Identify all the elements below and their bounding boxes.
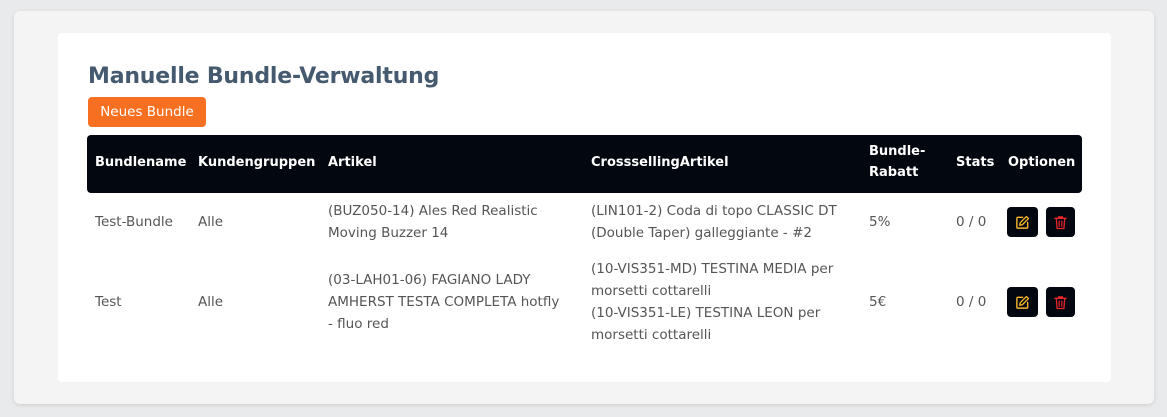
row-crossselling-line: (10-VIS351-LE) TESTINA LEON per — [591, 305, 821, 321]
row-kundengruppen: Alle — [198, 214, 224, 230]
edit-icon — [1016, 215, 1030, 229]
row-crossselling-line: (Double Taper) galleggiante - #2 — [591, 225, 812, 241]
row-crossselling-line: (10-VIS351-MD) TESTINA MEDIA per — [591, 261, 834, 277]
header-optionen: Optionen — [1008, 155, 1076, 170]
edit-icon — [1016, 295, 1030, 309]
header-artikel: Artikel — [328, 155, 377, 170]
row-stats: 0 / 0 — [956, 294, 987, 310]
delete-button[interactable] — [1046, 287, 1075, 317]
new-bundle-button[interactable]: Neues Bundle — [88, 97, 206, 127]
delete-button[interactable] — [1046, 207, 1075, 237]
edit-button[interactable] — [1007, 207, 1038, 237]
header-rabatt-line1: Bundle- — [869, 144, 926, 159]
row-artikel-line: AMHERST TESTA COMPLETA hotfly — [328, 294, 560, 310]
row-crossselling-line: morsetti cottarelli — [591, 327, 712, 343]
header-rabatt-line2: Rabatt — [869, 165, 919, 180]
header-bundlename: Bundlename — [95, 155, 187, 170]
row-bundlename: Test-Bundle — [95, 214, 173, 230]
trash-icon — [1054, 215, 1067, 229]
row-stats: 0 / 0 — [956, 214, 987, 230]
row-rabatt: 5% — [869, 214, 891, 230]
edit-button[interactable] — [1007, 287, 1038, 317]
row-crossselling-line: morsetti cottarelli — [591, 283, 712, 299]
row-crossselling-line: (LIN101-2) Coda di topo CLASSIC DT — [591, 203, 837, 219]
header-stats: Stats — [956, 155, 995, 170]
row-kundengruppen: Alle — [198, 294, 224, 310]
row-bundlename: Test — [95, 294, 122, 310]
page-title: Manuelle Bundle-Verwaltung — [88, 64, 440, 89]
row-artikel-line: Moving Buzzer 14 — [328, 225, 449, 241]
header-crossselling: CrosssellingArtikel — [591, 155, 729, 170]
header-kundengruppen: Kundengruppen — [198, 155, 316, 170]
row-artikel-line: (BUZ050-14) Ales Red Realistic — [328, 203, 538, 219]
trash-icon — [1054, 295, 1067, 309]
row-rabatt: 5€ — [869, 294, 887, 310]
row-artikel-line: - fluo red — [328, 316, 389, 332]
row-artikel-line: (03-LAH01-06) FAGIANO LADY — [328, 272, 531, 288]
